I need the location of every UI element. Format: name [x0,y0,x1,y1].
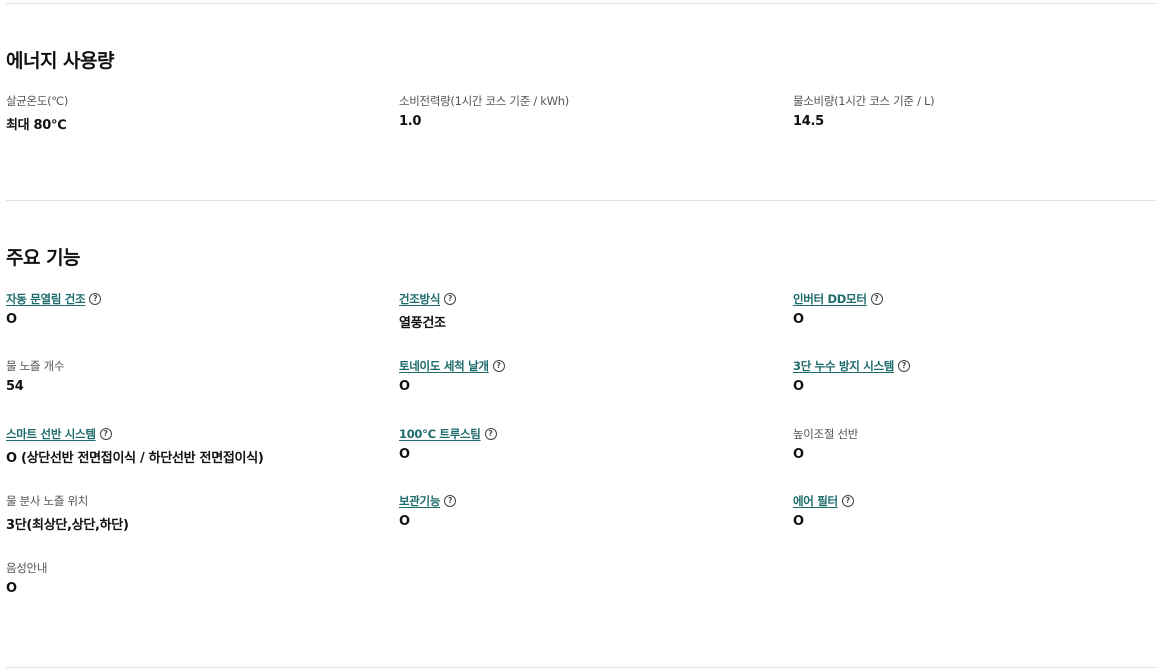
spec-label: 높이조절 선반 [793,427,859,441]
spec-value: O [6,581,17,596]
spec-nozzle-count: 물 노즐 개수 54 [6,358,366,394]
spec-value: 54 [6,379,24,394]
spec-link-smart-shelf-system[interactable]: 스마트 선반 시스템 [6,426,96,442]
spec-link-tornado-wash-arm[interactable]: 토네이도 세척 날개 [399,358,489,374]
spec-drying-method: 건조방식 ? 열풍건조 [399,291,759,331]
spec-value: 최대 80℃ [6,118,67,133]
spec-storage-function: 보관기능 ? O [399,493,759,529]
help-icon[interactable]: ? [841,495,854,507]
bottom-divider [6,667,1156,668]
spec-value: 3단(최상단,상단,하단) [6,518,129,533]
spec-water-consumption: 물소비량(1시간 코스 기준 / L) 14.5 [793,93,1153,129]
help-icon[interactable]: ? [444,293,457,305]
energy-section-title: 에너지 사용량 [6,50,115,72]
spec-value: 14.5 [793,114,824,129]
spec-link-drying-method[interactable]: 건조방식 [399,291,440,307]
help-icon[interactable]: ? [484,428,497,440]
spec-power-consumption: 소비전력량(1시간 코스 기준 / kWh) 1.0 [399,93,759,129]
spec-value: O [793,514,804,529]
spec-nozzle-position: 물 분사 노즐 위치 3단(최상단,상단,하단) [6,493,366,533]
top-divider [6,3,1156,4]
spec-leak-prevention: 3단 누수 방지 시스템 ? O [793,358,1153,394]
spec-link-true-steam[interactable]: 100℃ 트루스팀 [399,426,481,442]
spec-label: 물 분사 노즐 위치 [6,494,89,508]
spec-link-leak-prevention[interactable]: 3단 누수 방지 시스템 [793,358,894,374]
spec-tornado-wash-arm: 토네이도 세척 날개 ? O [399,358,759,394]
spec-value: O [793,379,804,394]
help-icon[interactable]: ? [898,360,911,372]
spec-value: O [399,514,410,529]
spec-height-adjustable-shelf: 높이조절 선반 O [793,426,1153,462]
spec-value: 열풍건조 [399,316,446,331]
spec-voice-guide: 음성안내 O [6,560,366,596]
spec-value: O [6,312,17,327]
help-icon[interactable]: ? [492,360,505,372]
spec-auto-door-drying: 자동 문열림 건조 ? O [6,291,366,327]
spec-true-steam: 100℃ 트루스팀 ? O [399,426,759,462]
spec-link-inverter-dd-motor[interactable]: 인버터 DD모터 [793,291,867,307]
features-section-title: 주요 기능 [6,247,81,269]
spec-smart-shelf-system: 스마트 선반 시스템 ? O (상단선반 전면접이식 / 하단선반 전면접이식) [6,426,366,466]
spec-label: 소비전력량(1시간 코스 기준 / kWh) [399,94,569,108]
spec-inverter-dd-motor: 인버터 DD모터 ? O [793,291,1153,327]
spec-label: 물소비량(1시간 코스 기준 / L) [793,94,935,108]
help-icon[interactable]: ? [870,293,883,305]
spec-link-storage-function[interactable]: 보관기능 [399,493,440,509]
spec-link-auto-door-drying[interactable]: 자동 문열림 건조 [6,291,86,307]
spec-value: O (상단선반 전면접이식 / 하단선반 전면접이식) [6,451,264,466]
spec-label: 살균온도(℃) [6,94,69,108]
help-icon[interactable]: ? [444,495,457,507]
spec-air-filter: 에어 필터 ? O [793,493,1153,529]
spec-value: O [399,379,410,394]
spec-sterilization-temp: 살균온도(℃) 최대 80℃ [6,93,366,133]
help-icon[interactable]: ? [89,293,102,305]
spec-value: 1.0 [399,114,422,129]
spec-label: 물 노즐 개수 [6,359,65,373]
spec-value: O [399,447,410,462]
spec-label: 음성안내 [6,561,48,575]
section-divider [6,200,1156,201]
help-icon[interactable]: ? [99,428,112,440]
spec-value: O [793,312,804,327]
spec-value: O [793,447,804,462]
spec-link-air-filter[interactable]: 에어 필터 [793,493,838,509]
